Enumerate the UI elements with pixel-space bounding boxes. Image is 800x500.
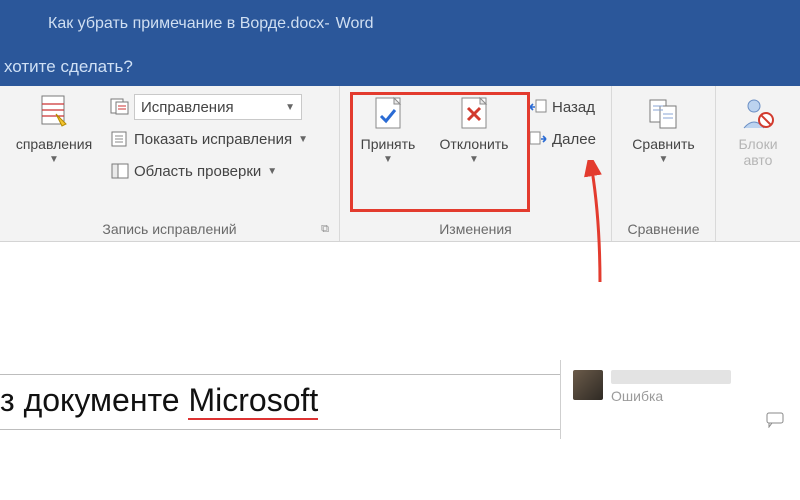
caret-icon: ▼ [49,154,59,165]
group-compare: Сравнить ▼ Сравнение [612,86,716,241]
reject-icon [456,94,492,134]
block-authors-label2: авто [744,152,773,168]
title-bar: Как убрать примечание в Ворде.docx - Wor… [0,0,800,48]
show-markup-icon [110,130,130,148]
window-title-sep: - [324,15,329,33]
window-title-app: Word [336,15,374,33]
window-title-doc: Как убрать примечание в Ворде.docx [48,15,324,33]
tell-me-bar[interactable]: хотите сделать? [0,48,800,86]
compare-button[interactable]: Сравнить ▼ [624,92,704,165]
group-protect: Блоки авто [716,86,800,241]
doc-text-part1: з документе [0,382,188,418]
comment-balloon[interactable]: Ошибка [560,360,798,439]
accept-icon [370,94,406,134]
comment-author-redacted [611,370,731,384]
document-text[interactable]: з документе Microsoft [0,382,318,419]
caret-icon: ▼ [469,154,479,165]
reviewing-pane-icon [110,162,130,180]
caret-icon: ▼ [298,134,308,145]
caret-icon: ▼ [659,154,669,165]
block-authors-button[interactable]: Блоки авто [724,92,792,168]
dialog-launcher-icon[interactable]: ⧉ [321,223,329,236]
doc-text-underlined: Microsoft [188,382,318,420]
group-compare-label: Сравнение [620,217,707,239]
group-changes: Принять ▼ Отклонить ▼ Назад [340,86,612,241]
group-protect-label [724,233,792,239]
track-changes-icon [36,94,72,134]
previous-change-button[interactable]: Назад [524,92,600,122]
track-changes-button[interactable]: справления ▼ [8,92,100,165]
compare-icon [646,94,682,134]
accept-label: Принять [361,136,416,152]
reject-label: Отклонить [440,136,509,152]
track-changes-label: справления [16,136,92,152]
next-change-button[interactable]: Далее [524,124,600,154]
reject-button[interactable]: Отклонить ▼ [434,92,514,165]
tell-me-text: хотите сделать? [4,57,133,77]
previous-icon [528,98,548,116]
display-review-icon [110,98,130,116]
display-for-review-row: Исправления ▼ [106,92,312,122]
block-authors-label1: Блоки [738,136,777,152]
group-tracking: справления ▼ Исправления ▼ [0,86,340,241]
caret-icon: ▼ [383,154,393,165]
group-tracking-label: Запись исправлений ⧉ [8,217,331,239]
caret-icon: ▼ [267,166,277,177]
ribbon: справления ▼ Исправления ▼ [0,86,800,242]
display-for-review-combo[interactable]: Исправления ▼ [134,94,302,120]
group-changes-label: Изменения [348,217,603,239]
compare-label: Сравнить [632,136,694,152]
display-for-review-value: Исправления [141,99,234,116]
reply-icon[interactable] [766,412,788,428]
avatar [573,370,603,400]
combo-caret-icon: ▼ [285,102,295,113]
next-icon [528,130,548,148]
reviewing-pane-label: Область проверки [134,163,261,180]
accept-button[interactable]: Принять ▼ [348,92,428,165]
next-label: Далее [552,131,596,148]
show-markup-label: Показать исправления [134,131,292,148]
show-markup-button[interactable]: Показать исправления ▼ [106,124,312,154]
previous-label: Назад [552,99,595,116]
block-authors-icon [740,94,776,134]
reviewing-pane-button[interactable]: Область проверки ▼ [106,156,312,186]
comment-body: Ошибка [611,388,788,404]
